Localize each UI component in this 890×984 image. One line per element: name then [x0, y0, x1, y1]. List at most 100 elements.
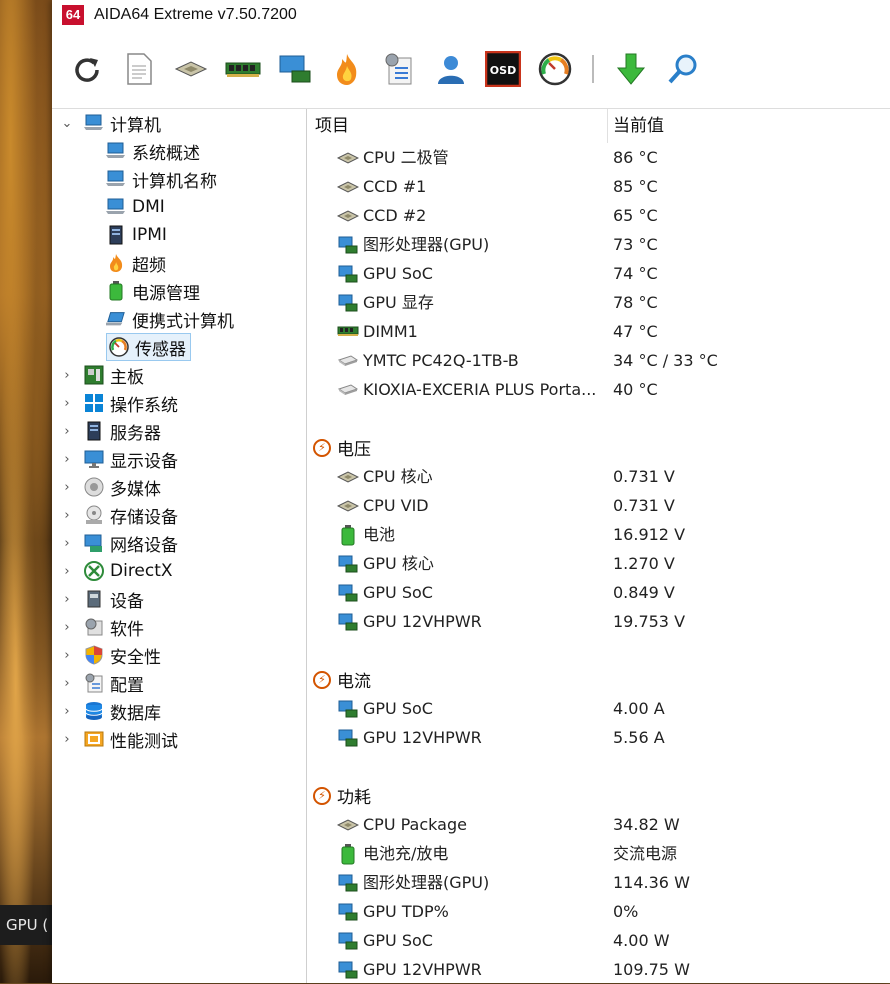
osd-button[interactable]: OSD	[484, 50, 522, 88]
tree-item-section-7[interactable]: › DirectX	[60, 557, 173, 585]
tree-item-child-1[interactable]: 计算机名称	[106, 165, 217, 193]
sensor-row[interactable]: CCD #2 65 °C	[307, 201, 890, 230]
config-button[interactable]	[380, 50, 418, 88]
column-header-item[interactable]: 项目	[315, 109, 349, 143]
tree-item-section-3[interactable]: › 显示设备	[60, 445, 178, 473]
tree-item-computer[interactable]: ⌄ 计算机	[60, 109, 161, 137]
tree-item-section-12[interactable]: › 数据库	[60, 697, 161, 725]
sensor-row[interactable]: GPU TDP% 0%	[307, 897, 890, 926]
chevron-right-icon[interactable]: ›	[60, 564, 74, 579]
column-divider[interactable]	[607, 109, 608, 143]
tree-item-section-5[interactable]: › 存储设备	[60, 501, 178, 529]
tree-item-section-10[interactable]: › 安全性	[60, 641, 161, 669]
refresh-button[interactable]	[68, 50, 106, 88]
cpu-button[interactable]	[172, 50, 210, 88]
aida64-window: 64 AIDA64 Extreme v7.50.7200 OSD ⌄ 计算机 系…	[52, 0, 890, 983]
chevron-right-icon[interactable]: ›	[60, 536, 74, 551]
sensor-row[interactable]: YMTC PC42Q-1TB-B 34 °C / 33 °C	[307, 346, 890, 375]
sensor-row[interactable]: GPU 核心 1.270 V	[307, 549, 890, 578]
tree-item-child-3[interactable]: IPMI	[106, 221, 167, 249]
tree-item-section-2[interactable]: › 服务器	[60, 417, 161, 445]
network-button[interactable]	[276, 50, 314, 88]
tree-item-child-2[interactable]: DMI	[106, 193, 165, 221]
sensor-row[interactable]: GPU 12VHPWR 5.56 A	[307, 723, 890, 752]
chevron-down-icon[interactable]: ⌄	[60, 116, 74, 131]
tree-item-section-8[interactable]: › 设备	[60, 585, 144, 613]
tree-item-section-11[interactable]: › 配置	[60, 669, 144, 697]
tree-item-section-9[interactable]: › 软件	[60, 613, 144, 641]
chevron-right-icon[interactable]: ›	[60, 396, 74, 411]
sensor-group-header[interactable]: ⚡ 电压	[313, 433, 371, 462]
tree-item-child-7[interactable]: 传感器	[106, 333, 191, 361]
tree-item-section-4[interactable]: › 多媒体	[60, 473, 161, 501]
computer-icon	[106, 197, 126, 217]
memory-button[interactable]	[224, 50, 262, 88]
sensor-row[interactable]: CCD #1 85 °C	[307, 172, 890, 201]
sensor-row[interactable]: KIOXIA-EXCERIA PLUS Porta... 40 °C	[307, 375, 890, 404]
report-button[interactable]	[120, 50, 158, 88]
download-icon	[616, 53, 646, 85]
stability-flame-icon	[337, 54, 357, 85]
sensor-row[interactable]: GPU SoC 0.849 V	[307, 578, 890, 607]
chevron-right-icon[interactable]: ›	[60, 424, 74, 439]
search-button[interactable]	[664, 50, 702, 88]
sensor-row[interactable]: CPU VID 0.731 V	[307, 491, 890, 520]
sensor-value: 0.849 V	[613, 583, 675, 602]
tree-item-child-5[interactable]: 电源管理	[106, 277, 200, 305]
stability-test-button[interactable]	[328, 50, 366, 88]
sensor-row[interactable]: GPU 显存 78 °C	[307, 288, 890, 317]
chevron-right-icon[interactable]: ›	[60, 480, 74, 495]
chevron-right-icon[interactable]: ›	[60, 732, 74, 747]
chevron-right-icon[interactable]: ›	[60, 676, 74, 691]
sensor-row[interactable]: GPU 12VHPWR 19.753 V	[307, 607, 890, 636]
sensor-group-header[interactable]: ⚡ 电流	[313, 665, 371, 694]
tree-item-child-0[interactable]: 系统概述	[106, 137, 200, 165]
sensor-row[interactable]: GPU SoC 4.00 W	[307, 926, 890, 955]
update-button[interactable]	[612, 50, 650, 88]
gpu-icon	[337, 873, 359, 893]
tree-item-section-6[interactable]: › 网络设备	[60, 529, 178, 557]
sensor-gauge-button[interactable]	[536, 50, 574, 88]
sensor-row[interactable]: GPU 12VHPWR 109.75 W	[307, 955, 890, 984]
tree-item-child-6[interactable]: 便携式计算机	[106, 305, 234, 333]
chevron-right-icon[interactable]: ›	[60, 592, 74, 607]
display-icon	[84, 449, 104, 469]
sensor-value: 114.36 W	[613, 873, 690, 892]
security-shield-icon	[84, 645, 104, 665]
sensor-row[interactable]: GPU SoC 4.00 A	[307, 694, 890, 723]
sensor-name: CPU 二极管	[363, 148, 449, 167]
sensor-row[interactable]: 图形处理器(GPU) 114.36 W	[307, 868, 890, 897]
lightning-icon: ⚡	[313, 786, 331, 805]
tree-item-child-4[interactable]: 超频	[106, 249, 166, 277]
taskbar-fragment[interactable]: GPU (	[0, 905, 52, 945]
tree-item-section-0[interactable]: › 主板	[60, 361, 144, 389]
sensor-row[interactable]: CPU Package 34.82 W	[307, 810, 890, 839]
sensor-row[interactable]: 图形处理器(GPU) 73 °C	[307, 230, 890, 259]
chevron-right-icon[interactable]: ›	[60, 620, 74, 635]
sensor-row[interactable]: CPU 二极管 86 °C	[307, 143, 890, 172]
sensor-row[interactable]: DIMM1 47 °C	[307, 317, 890, 346]
gpu-icon	[337, 728, 359, 748]
sensor-value: 16.912 V	[613, 525, 686, 544]
sensor-name: CCD #1	[363, 177, 427, 196]
sensor-row[interactable]: 电池充/放电 交流电源	[307, 839, 890, 868]
sensor-name: GPU SoC	[363, 583, 433, 602]
column-header-value[interactable]: 当前值	[613, 109, 664, 143]
chevron-right-icon[interactable]: ›	[60, 648, 74, 663]
user-button[interactable]	[432, 50, 470, 88]
tree-item-section-1[interactable]: › 操作系统	[60, 389, 178, 417]
sensor-list[interactable]: 项目 当前值 CPU 二极管 86 °C CCD #1 85 °C CCD #2 65 °…	[307, 109, 890, 983]
chevron-right-icon[interactable]: ›	[60, 452, 74, 467]
sensor-row[interactable]: 电池 16.912 V	[307, 520, 890, 549]
chevron-right-icon[interactable]: ›	[60, 704, 74, 719]
chevron-right-icon[interactable]: ›	[60, 368, 74, 383]
sensor-row[interactable]: GPU SoC 74 °C	[307, 259, 890, 288]
multimedia-icon	[84, 477, 104, 497]
navigation-tree[interactable]: ⌄ 计算机 系统概述 计算机名称 DMI IPMI 超频 电源管理 便携式计算机 传感器 › 主板 › 操…	[52, 109, 307, 983]
sensor-group-header[interactable]: ⚡ 功耗	[313, 781, 371, 810]
drive-icon	[337, 380, 359, 400]
tree-item-section-13[interactable]: › 性能测试	[60, 725, 178, 753]
chevron-right-icon[interactable]: ›	[60, 508, 74, 523]
sensor-row[interactable]: CPU 核心 0.731 V	[307, 462, 890, 491]
sensor-name: GPU 显存	[363, 293, 434, 312]
